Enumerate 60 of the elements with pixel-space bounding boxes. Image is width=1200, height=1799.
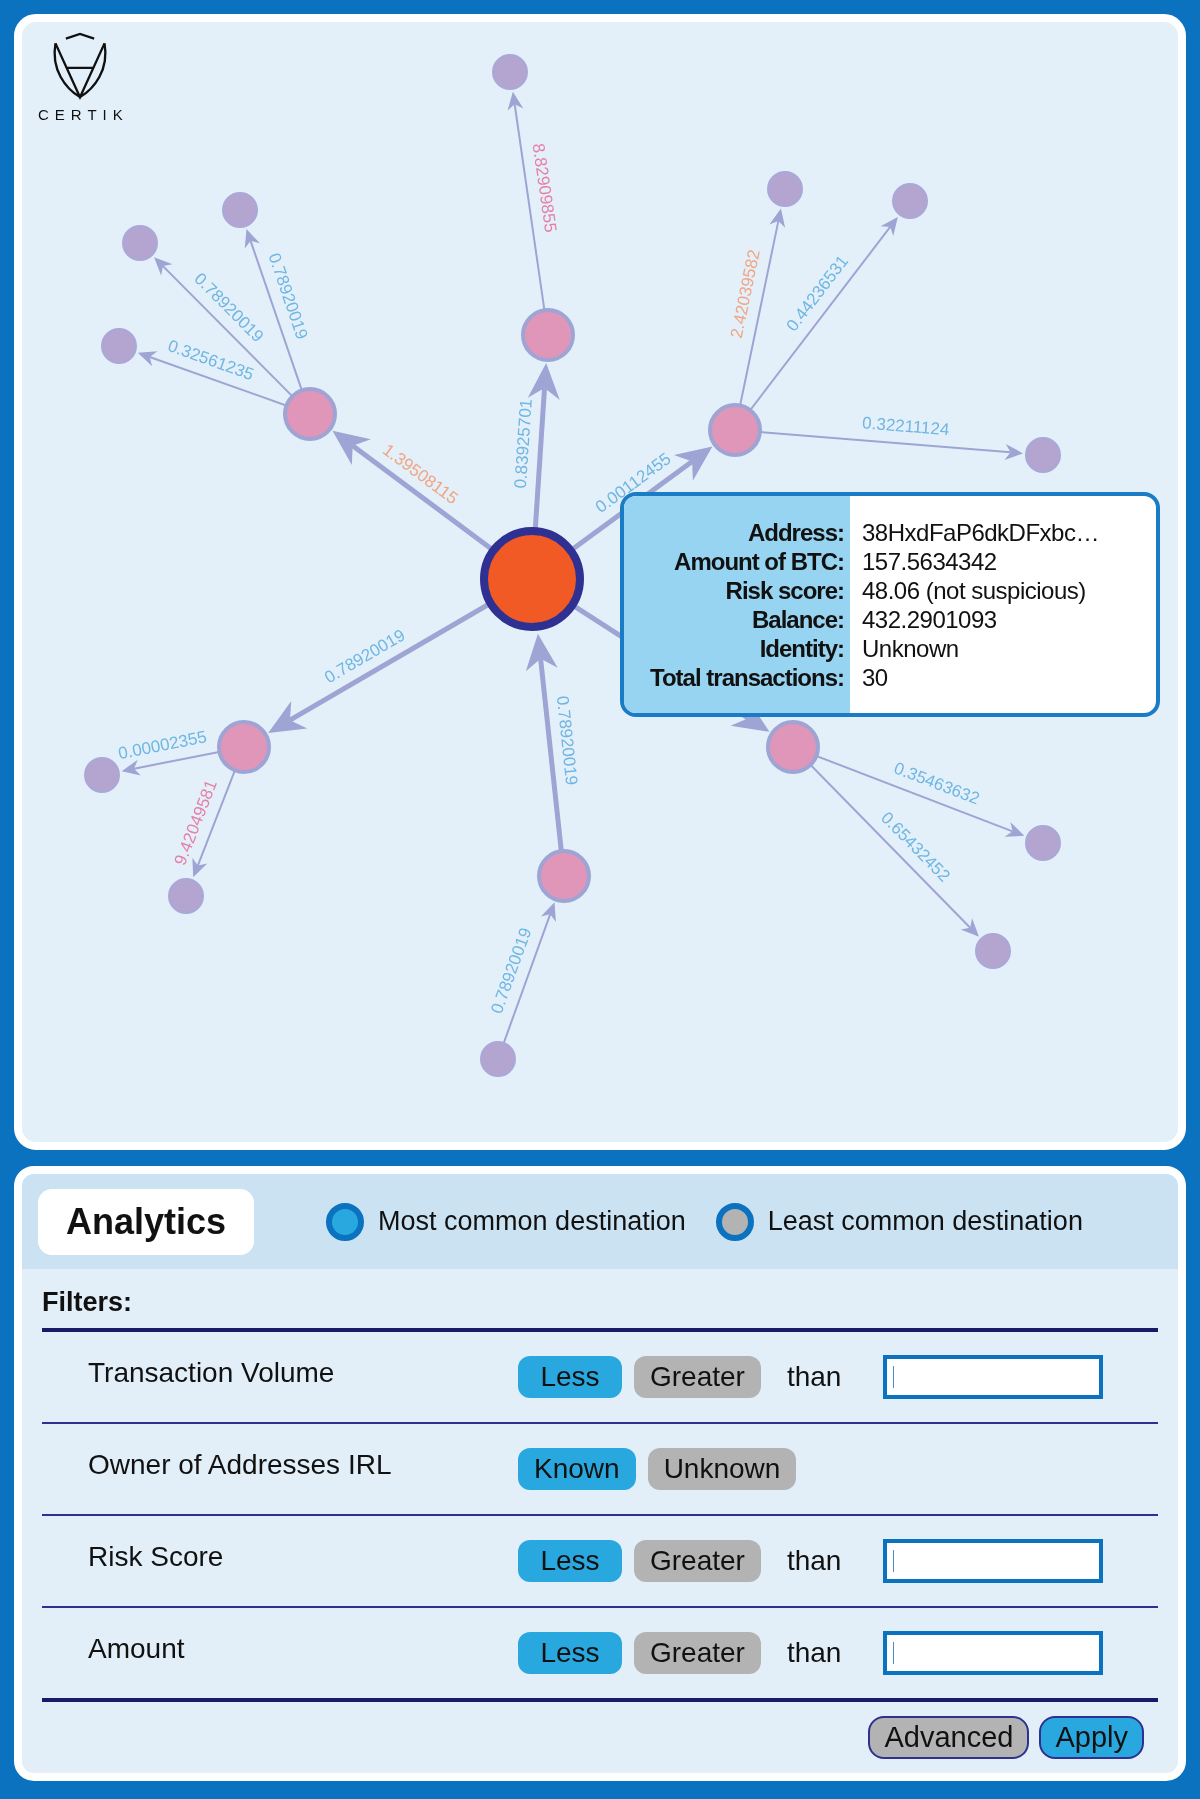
info-value: Unknown xyxy=(862,634,960,663)
apply-button[interactable]: Apply xyxy=(1039,1716,1144,1759)
option-button[interactable]: Unknown xyxy=(647,1448,797,1490)
option-button[interactable]: Greater xyxy=(634,1632,761,1674)
node[interactable] xyxy=(168,878,204,914)
edge-label: 0.78920019 xyxy=(552,694,582,787)
option-button[interactable]: Less xyxy=(518,1632,622,1674)
info-label: Amount of BTC: xyxy=(674,547,844,576)
node[interactable] xyxy=(521,308,575,362)
node[interactable] xyxy=(222,192,258,228)
node[interactable] xyxy=(283,387,337,441)
info-label: Total transactions: xyxy=(650,663,844,692)
option-button[interactable]: Greater xyxy=(634,1540,761,1582)
input-field[interactable] xyxy=(883,1539,1104,1583)
node[interactable] xyxy=(708,403,762,457)
filter-label: Transaction Volume xyxy=(88,1357,336,1389)
edge-label: 0.83925701 xyxy=(510,398,536,490)
than-label: than xyxy=(786,1361,842,1393)
legend-label: Most common destination xyxy=(378,1206,686,1237)
node[interactable] xyxy=(480,1041,516,1077)
advanced-button[interactable]: Advanced xyxy=(868,1716,1030,1759)
info-value: 432.2901093 xyxy=(862,605,998,634)
input-field[interactable] xyxy=(883,1631,1104,1675)
analytics-title: Analytics xyxy=(38,1188,255,1255)
input-field[interactable] xyxy=(883,1355,1104,1399)
info-label: Address: xyxy=(747,518,844,547)
node[interactable] xyxy=(84,757,120,793)
edge-label: 8.82909855 xyxy=(528,142,561,234)
filters-heading: Filters: xyxy=(42,1286,134,1319)
logo-text: CERTIK xyxy=(37,106,129,123)
node[interactable] xyxy=(1025,825,1061,861)
node[interactable] xyxy=(892,183,928,219)
node[interactable] xyxy=(101,328,137,364)
info-value: 38HxdFaP6dkDFxbc… xyxy=(862,518,1099,547)
filter-label: Risk Score xyxy=(88,1541,225,1573)
legend-label: Least common destination xyxy=(767,1206,1083,1237)
node[interactable] xyxy=(1025,437,1061,473)
node[interactable] xyxy=(767,171,803,207)
node[interactable] xyxy=(492,54,528,90)
node[interactable] xyxy=(217,720,271,774)
info-label: Risk score: xyxy=(725,576,844,605)
filter-label: Amount xyxy=(88,1633,186,1665)
filter-label: Owner of Addresses IRL xyxy=(88,1449,393,1481)
info-value: 48.06 (not suspicious) xyxy=(862,576,1087,605)
info-value: 157.5634342 xyxy=(862,547,998,576)
edge-label: 0.32211124 xyxy=(861,413,951,440)
node[interactable] xyxy=(537,849,591,903)
option-button[interactable]: Less xyxy=(518,1356,622,1398)
node[interactable] xyxy=(975,933,1011,969)
info-label: Balance: xyxy=(751,605,844,634)
option-button[interactable]: Known xyxy=(518,1448,636,1490)
node[interactable] xyxy=(122,225,158,261)
than-label: than xyxy=(786,1545,842,1577)
node[interactable] xyxy=(766,720,820,774)
info-label: Identity: xyxy=(759,634,844,663)
than-label: than xyxy=(786,1637,842,1669)
info-value: 30 xyxy=(862,663,889,692)
option-button[interactable]: Greater xyxy=(634,1356,761,1398)
center-node[interactable] xyxy=(480,527,584,631)
option-button[interactable]: Less xyxy=(518,1540,622,1582)
